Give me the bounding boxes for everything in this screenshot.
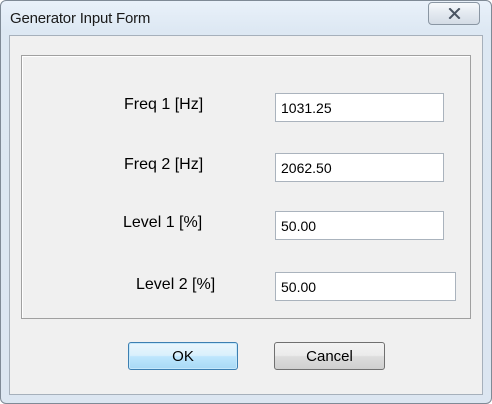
title-bar[interactable]: Generator Input Form <box>1 1 491 35</box>
freq1-input[interactable] <box>275 93 444 122</box>
dialog-window: Generator Input Form Freq 1 [Hz] Freq 2 … <box>0 0 492 404</box>
level1-input[interactable] <box>275 211 444 240</box>
cancel-button[interactable]: Cancel <box>274 342 385 370</box>
level2-label: Level 2 [%] <box>136 276 216 293</box>
freq2-input[interactable] <box>275 153 444 182</box>
close-button[interactable] <box>428 2 480 25</box>
dialog-body: Freq 1 [Hz] Freq 2 [Hz] Level 1 [%] Leve… <box>9 35 483 395</box>
freq2-label: Freq 2 [Hz] <box>124 156 204 173</box>
ok-button[interactable]: OK <box>128 342 238 370</box>
close-icon <box>448 8 461 19</box>
input-group-box: Freq 1 [Hz] Freq 2 [Hz] Level 1 [%] Leve… <box>21 55 471 319</box>
level2-input[interactable] <box>275 272 456 301</box>
window-title: Generator Input Form <box>10 10 151 27</box>
freq1-label: Freq 1 [Hz] <box>124 96 204 113</box>
level1-label: Level 1 [%] <box>123 214 203 231</box>
